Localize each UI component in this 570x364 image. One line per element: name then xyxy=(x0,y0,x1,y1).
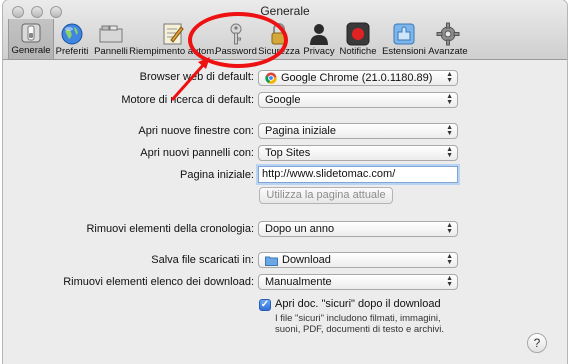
globe-icon xyxy=(60,22,84,46)
chrome-icon xyxy=(265,72,277,84)
tab-generale[interactable]: Generale xyxy=(8,19,54,59)
new-tabs-label: Apri nuovi pannelli con: xyxy=(140,147,254,159)
open-safe-checkbox[interactable]: ✓ xyxy=(259,299,271,311)
notification-record-icon xyxy=(346,22,370,46)
search-engine-popup[interactable]: Google ▲ ▼ xyxy=(258,92,458,108)
gear-icon xyxy=(436,22,460,46)
default-browser-label: Browser web di default: xyxy=(139,71,254,83)
tab-label: Avanzate xyxy=(428,46,468,57)
remove-history-popup[interactable]: Dopo un anno ▲ ▼ xyxy=(258,221,458,237)
save-downloads-value: Download xyxy=(282,254,331,266)
new-windows-popup[interactable]: Pagina iniziale ▲ ▼ xyxy=(258,123,458,139)
tab-notifiche[interactable]: Notifiche xyxy=(338,20,378,58)
tab-preferiti[interactable]: Preferiti xyxy=(54,20,90,58)
remove-history-label: Rimuovi elementi della cronologia: xyxy=(86,223,254,235)
remove-downloads-label: Rimuovi elementi elenco dei download: xyxy=(63,276,254,288)
tab-pannelli[interactable]: Pannelli xyxy=(91,20,131,58)
lock-icon xyxy=(267,22,291,46)
tab-riempimento-autom[interactable]: Riempimento autom. xyxy=(129,20,217,58)
key-icon xyxy=(224,22,248,46)
popup-arrows-icon: ▲ ▼ xyxy=(446,253,453,266)
popup-arrows-icon: ▲ ▼ xyxy=(446,71,453,84)
new-windows-label: Apri nuove finestre con: xyxy=(138,125,254,137)
autofill-pencil-icon xyxy=(161,22,185,46)
popup-arrows-icon: ▲ ▼ xyxy=(446,93,453,106)
tab-label: Riempimento autom. xyxy=(129,46,217,57)
tab-label: Sicurezza xyxy=(258,46,300,57)
popup-arrows-icon: ▲ ▼ xyxy=(446,146,453,159)
tab-label: Generale xyxy=(11,45,51,56)
use-current-page-button[interactable]: Utilizza la pagina attuale xyxy=(259,187,393,204)
remove-history-value: Dopo un anno xyxy=(265,223,335,235)
open-safe-label[interactable]: Apri doc. "sicuri" dopo il download xyxy=(275,298,441,310)
safe-note-line-2: suoni, PDF, documenti di testo e archivi… xyxy=(275,324,444,335)
tab-label: Notifiche xyxy=(339,46,377,57)
homepage-label: Pagina iniziale: xyxy=(180,169,254,181)
tab-label: Preferiti xyxy=(55,46,89,57)
popup-arrows-icon: ▲ ▼ xyxy=(446,275,453,288)
tab-label: Pannelli xyxy=(94,46,128,57)
window-title: Generale xyxy=(260,4,310,18)
default-browser-popup[interactable]: Google Chrome (21.0.1180.89) ▲ ▼ xyxy=(258,70,458,86)
privacy-person-icon xyxy=(307,22,331,46)
tab-password[interactable]: Password xyxy=(215,20,257,58)
toolbar: Generale Generale Preferiti Pannelli Rie… xyxy=(3,0,567,60)
tab-label: Privacy xyxy=(303,46,335,57)
new-tabs-popup[interactable]: Top Sites ▲ ▼ xyxy=(258,145,458,161)
tab-label: Estensioni xyxy=(382,46,426,57)
tab-sicurezza[interactable]: Sicurezza xyxy=(258,20,300,58)
remove-downloads-value: Manualmente xyxy=(265,276,332,288)
extensions-puzzle-icon xyxy=(392,22,416,46)
save-downloads-label: Salva file scaricati in: xyxy=(151,254,254,266)
general-settings-panel: Browser web di default: Google Chrome (2… xyxy=(3,60,567,364)
search-engine-value: Google xyxy=(265,94,301,106)
new-windows-value: Pagina iniziale xyxy=(265,125,336,137)
remove-downloads-popup[interactable]: Manualmente ▲ ▼ xyxy=(258,274,458,290)
homepage-field[interactable]: http://www.slidetomac.com/ xyxy=(258,166,458,183)
new-tabs-value: Top Sites xyxy=(265,147,311,159)
tab-avanzate[interactable]: Avanzate xyxy=(428,20,468,58)
downloads-folder-icon xyxy=(265,256,278,266)
default-browser-value: Google Chrome (21.0.1180.89) xyxy=(281,72,433,84)
popup-arrows-icon: ▲ ▼ xyxy=(446,124,453,137)
search-engine-label: Motore di ricerca di default: xyxy=(121,94,254,106)
tab-privacy[interactable]: Privacy xyxy=(303,20,335,58)
help-button[interactable]: ? xyxy=(527,333,547,353)
tabs-icon xyxy=(99,22,123,46)
preferences-window: Generale Generale Preferiti Pannelli Rie… xyxy=(3,0,567,364)
save-downloads-popup[interactable]: Download ▲ ▼ xyxy=(258,252,458,268)
safe-note-line-1: I file "sicuri" includono filmati, immag… xyxy=(275,313,441,324)
tab-label: Password xyxy=(215,46,257,57)
tab-estensioni[interactable]: Estensioni xyxy=(382,20,426,58)
general-switch-icon xyxy=(19,21,43,45)
popup-arrows-icon: ▲ ▼ xyxy=(446,222,453,235)
